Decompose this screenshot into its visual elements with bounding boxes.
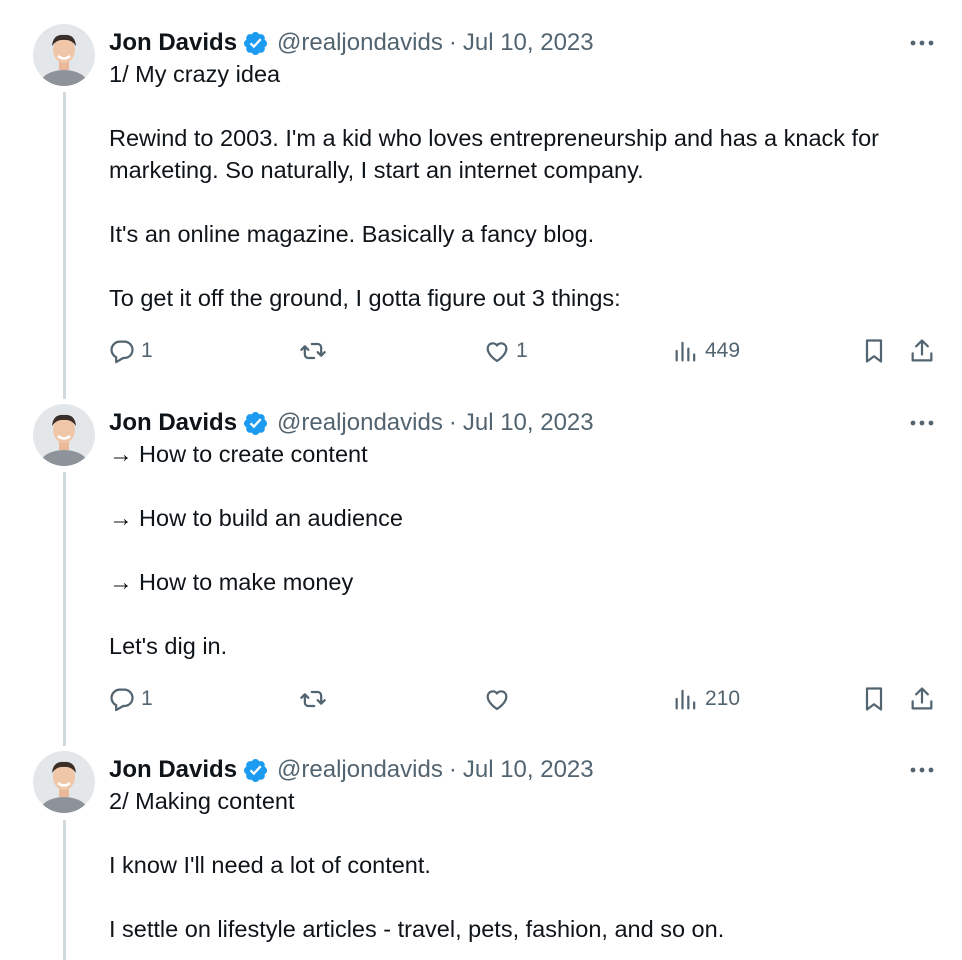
reply-button[interactable]: 1 [108, 681, 153, 717]
retweet-icon [300, 690, 326, 708]
avatar-image [33, 751, 95, 813]
text-line: It's an online magazine. Basically a fan… [109, 221, 595, 247]
views-button[interactable]: 210 [672, 681, 740, 717]
verified-badge-icon [244, 758, 268, 782]
more-button[interactable] [905, 408, 939, 438]
tweet-text: 2/ Making content I know I'll need a lot… [109, 785, 724, 945]
tweet-text: → How to create content → How to build a… [109, 438, 403, 662]
text-gap [109, 881, 724, 913]
like-icon [486, 690, 508, 711]
tweet-header: Jon Davids @realjondavids · Jul 10, 2023 [109, 408, 594, 438]
text-gap [109, 90, 879, 122]
text-line: Let's dig in. [109, 633, 228, 659]
text-line: To get it off the ground, I gotta figure… [109, 285, 621, 311]
text-line: → How to build an audience [109, 505, 403, 531]
avatar[interactable] [33, 24, 95, 86]
text-line: Rewind to 2003. I'm a kid who loves entr… [109, 125, 879, 151]
verified-badge-icon [244, 31, 268, 55]
text-line: 1/ My crazy idea [109, 61, 281, 87]
author-name[interactable]: Jon Davids [109, 409, 237, 437]
retweet-button[interactable] [299, 333, 327, 369]
views-button[interactable]: 449 [672, 333, 740, 369]
thread-line [63, 820, 66, 960]
avatar-image [33, 404, 95, 466]
text-line: 2/ Making content [109, 788, 295, 814]
text-gap [109, 186, 879, 218]
separator-dot: · [448, 29, 457, 56]
author-handle[interactable]: @realjondavids [277, 409, 443, 437]
share-button[interactable] [908, 333, 936, 369]
reply-icon [110, 688, 134, 712]
action-bar: 1 210 [0, 681, 962, 717]
text-gap [109, 817, 724, 849]
views-icon [675, 689, 696, 710]
tweet-date[interactable]: Jul 10, 2023 [463, 756, 594, 784]
author-handle[interactable]: @realjondavids [277, 29, 443, 57]
more-icon [910, 420, 934, 426]
author-name[interactable]: Jon Davids [109, 756, 237, 784]
avatar-image [33, 24, 95, 86]
reply-count: 1 [141, 687, 153, 710]
more-icon [910, 40, 934, 46]
action-bar: 1 1 449 [0, 333, 962, 369]
author-name[interactable]: Jon Davids [109, 29, 237, 57]
text-line: → How to create content [109, 441, 368, 467]
bookmark-button[interactable] [860, 681, 888, 717]
like-icon [486, 342, 508, 363]
bookmark-icon [865, 339, 883, 363]
avatar[interactable] [33, 404, 95, 466]
share-icon [911, 339, 933, 362]
share-button[interactable] [908, 681, 936, 717]
more-icon [910, 767, 934, 773]
separator-dot: · [448, 756, 457, 783]
reply-button[interactable]: 1 [108, 333, 153, 369]
tweet-header: Jon Davids @realjondavids · Jul 10, 2023 [109, 755, 594, 785]
text-gap [109, 534, 403, 566]
bookmark-icon [865, 687, 883, 711]
more-button[interactable] [905, 28, 939, 58]
bookmark-button[interactable] [860, 333, 888, 369]
tweet-date[interactable]: Jul 10, 2023 [463, 409, 594, 437]
like-button[interactable] [483, 681, 511, 717]
text-line: I settle on lifestyle articles - travel,… [109, 916, 725, 942]
text-gap [109, 470, 403, 502]
retweet-icon [300, 342, 326, 360]
tweet-date[interactable]: Jul 10, 2023 [463, 29, 594, 57]
text-line: marketing. So naturally, I start an inte… [109, 157, 644, 183]
tweet-text: 1/ My crazy idea Rewind to 2003. I'm a k… [109, 58, 879, 314]
reply-icon [110, 340, 134, 364]
verified-badge-icon [244, 411, 268, 435]
author-handle[interactable]: @realjondavids [277, 756, 443, 784]
text-gap [109, 250, 879, 282]
tweet-header: Jon Davids @realjondavids · Jul 10, 2023 [109, 28, 594, 58]
view-count: 449 [705, 339, 741, 362]
view-count: 210 [705, 687, 741, 710]
text-gap [109, 598, 403, 630]
share-icon [911, 687, 933, 710]
text-line: I know I'll need a lot of content. [109, 852, 431, 878]
avatar[interactable] [33, 751, 95, 813]
more-button[interactable] [905, 755, 939, 785]
retweet-button[interactable] [299, 681, 327, 717]
views-icon [675, 341, 696, 362]
reply-count: 1 [141, 339, 153, 362]
like-count: 1 [516, 339, 528, 362]
like-button[interactable]: 1 [483, 333, 528, 369]
separator-dot: · [448, 409, 457, 436]
text-line: → How to make money [109, 569, 354, 595]
